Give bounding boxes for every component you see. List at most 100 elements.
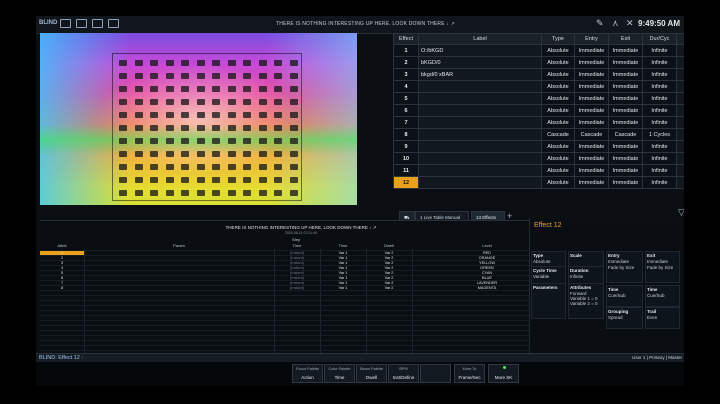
effect-row[interactable]: 5 Absolute Immediate Immediate Infinite: [393, 92, 684, 105]
effect-num-cell[interactable]: 6: [393, 104, 419, 117]
effect-type-cell[interactable]: Absolute: [541, 116, 575, 129]
grid-cell-t2[interactable]: Var 1: [320, 266, 366, 270]
grid-cell-t1[interactable]: (Instant): [274, 256, 320, 260]
effect-type-cell[interactable]: Absolute: [541, 68, 575, 81]
effect-dur-cell[interactable]: Infinite: [642, 104, 677, 117]
grid-cell-n[interactable]: 8: [40, 286, 84, 290]
effect-type-cell[interactable]: Absolute: [541, 92, 575, 105]
effect-label-cell[interactable]: [418, 92, 542, 105]
effect-exit-cell[interactable]: Immediate: [608, 152, 643, 165]
grid-cell-n[interactable]: 4: [40, 266, 84, 270]
effect-type-cell[interactable]: Absolute: [541, 56, 575, 69]
effect-label-cell[interactable]: bKGD/0: [418, 56, 542, 69]
effect-scale-cell[interactable]: [676, 92, 684, 105]
tools-icon[interactable]: ✕: [626, 18, 634, 29]
effect-row[interactable]: 7 Absolute Immediate Immediate Infinite: [393, 116, 684, 129]
effect-exit-cell[interactable]: Immediate: [608, 176, 643, 189]
column-header[interactable]: Label: [418, 33, 542, 45]
effect-scale-cell[interactable]: [676, 44, 684, 57]
effect-scale-cell[interactable]: [676, 80, 684, 93]
grid-cell-t2[interactable]: Var 1: [320, 261, 366, 265]
grid-cell-t2[interactable]: Var 1: [320, 276, 366, 280]
effect-entry-cell[interactable]: Immediate: [574, 68, 609, 81]
effect-type-cell[interactable]: Absolute: [541, 104, 575, 117]
effect-num-cell[interactable]: 9: [393, 140, 419, 153]
effect-type-cell[interactable]: Absolute: [541, 152, 575, 165]
grid-cell-t1[interactable]: (Instant): [274, 276, 320, 280]
command-line[interactable]: BLIND: Effect 12 : User 1 | Primary | Ma…: [36, 353, 684, 362]
effect-scale-cell[interactable]: [676, 56, 684, 69]
effect-row[interactable]: 3 bkgd/0 xBAR Absolute Immediate Immediate In…: [393, 68, 684, 81]
grid-cell-t2[interactable]: Var 1: [320, 281, 366, 285]
effect-row[interactable]: 9 Absolute Immediate Immediate Infinite: [393, 140, 684, 153]
effect-exit-cell[interactable]: Immediate: [608, 116, 643, 129]
softkey-button[interactable]: Color Palette Time: [324, 364, 355, 383]
effect-dur-cell[interactable]: Infinite: [642, 68, 677, 81]
softkey-button[interactable]: Focus Palette Action: [292, 364, 323, 383]
effect-label-cell[interactable]: [418, 140, 542, 153]
grid-cell-t1[interactable]: (Instant): [274, 286, 320, 290]
effect-dur-cell[interactable]: Infinite: [642, 152, 677, 165]
pen-icon[interactable]: ✎: [596, 18, 604, 29]
softkey-button[interactable]: Beam Palette Dwell: [356, 364, 387, 383]
grid-column-header[interactable]: Dwell: [366, 243, 412, 249]
effect-scale-cell[interactable]: [676, 140, 684, 153]
effect-label-cell[interactable]: [418, 128, 542, 141]
effect-dur-cell[interactable]: Infinite: [642, 80, 677, 93]
effect-label-cell[interactable]: [418, 152, 542, 165]
grid-cell-dw[interactable]: Var 2: [366, 256, 412, 260]
effect-exit-cell[interactable]: Immediate: [608, 44, 643, 57]
column-header[interactable]: Exit: [608, 33, 643, 45]
chat-icon[interactable]: [108, 19, 119, 28]
effect-scale-cell[interactable]: [676, 128, 684, 141]
grid-cell-dw[interactable]: Var 2: [366, 276, 412, 280]
grid-cell-t1[interactable]: (Instant): [274, 266, 320, 270]
effect-entry-cell[interactable]: Immediate: [574, 152, 609, 165]
filter-icon[interactable]: ▽: [678, 207, 684, 218]
column-header[interactable]: Effect: [393, 33, 419, 45]
effect-dur-cell[interactable]: Infinite: [642, 140, 677, 153]
effect-exit-cell[interactable]: Immediate: [608, 68, 643, 81]
effect-row[interactable]: 8 Cascade Cascade Cascade 1 Cycles: [393, 128, 684, 141]
grid-cell-n[interactable]: 7: [40, 281, 84, 285]
effect-dur-cell[interactable]: Infinite: [642, 116, 677, 129]
effect-dur-cell[interactable]: 1 Cycles: [642, 128, 677, 141]
grid-cell-t1[interactable]: (Instant): [274, 261, 320, 265]
grid-cell-t1[interactable]: (Instant): [274, 271, 320, 275]
effect-exit-cell[interactable]: Cascade: [608, 128, 643, 141]
window-icon[interactable]: [76, 19, 87, 28]
effect-scale-cell[interactable]: [676, 164, 684, 177]
effect-entry-cell[interactable]: Immediate: [574, 116, 609, 129]
display-icon[interactable]: [60, 19, 71, 28]
effect-type-cell[interactable]: Absolute: [541, 44, 575, 57]
effect-num-cell[interactable]: 7: [393, 116, 419, 129]
network-icon[interactable]: ⋏: [612, 18, 619, 29]
effect-type-cell[interactable]: Absolute: [541, 140, 575, 153]
effect-num-cell[interactable]: 5: [393, 92, 419, 105]
effect-dur-cell[interactable]: Infinite: [642, 92, 677, 105]
grid-cell-n[interactable]: 1: [40, 251, 84, 255]
grid-cell-n[interactable]: 3: [40, 261, 84, 265]
effect-entry-cell[interactable]: Cascade: [574, 128, 609, 141]
effect-num-cell[interactable]: 11: [393, 164, 419, 177]
column-header[interactable]: Type: [541, 33, 575, 45]
effect-scale-cell[interactable]: [676, 116, 684, 129]
effect-exit-cell[interactable]: Immediate: [608, 164, 643, 177]
effect-dur-cell[interactable]: Infinite: [642, 44, 677, 57]
effect-label-cell[interactable]: [418, 164, 542, 177]
effect-exit-cell[interactable]: Immediate: [608, 140, 643, 153]
effect-num-cell[interactable]: 10: [393, 152, 419, 165]
softkey-button[interactable]: More SK: [488, 364, 519, 383]
effect-entry-cell[interactable]: Immediate: [574, 104, 609, 117]
effect-label-cell[interactable]: [418, 80, 542, 93]
effect-type-cell[interactable]: Cascade: [541, 128, 575, 141]
effect-entry-cell[interactable]: Immediate: [574, 56, 609, 69]
grid-cell-n[interactable]: 2: [40, 256, 84, 260]
grid-cell-n[interactable]: 5: [40, 271, 84, 275]
effect-row[interactable]: 4 Absolute Immediate Immediate Infinite: [393, 80, 684, 93]
effect-label-cell[interactable]: [418, 176, 542, 189]
effect-scale-cell[interactable]: [676, 68, 684, 81]
effect-dur-cell[interactable]: Infinite: [642, 164, 677, 177]
grid-cell-dw[interactable]: Var 2: [366, 286, 412, 290]
effect-exit-cell[interactable]: Immediate: [608, 80, 643, 93]
